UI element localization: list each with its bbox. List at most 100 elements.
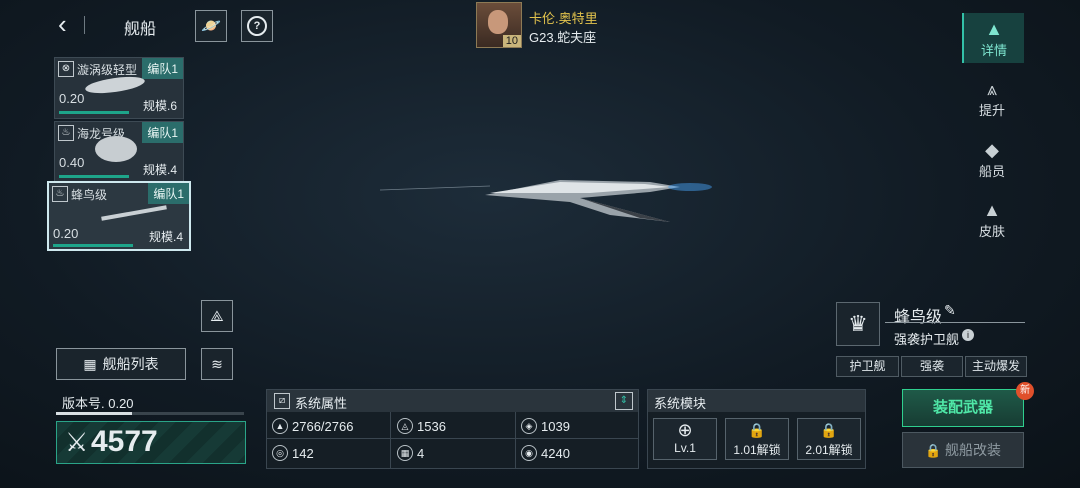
- lock-icon: 🔒: [748, 422, 766, 438]
- version-bar: [56, 412, 132, 415]
- nav-label: 皮肤: [978, 224, 1005, 239]
- attr-value: 2766/2766: [292, 418, 354, 434]
- ship-info-name: 蜂鸟级: [894, 309, 943, 326]
- ship-tag-1: 护卫舰: [836, 356, 899, 377]
- ship-card-2[interactable]: ♨ 海龙号级 编队1 0.40 规模.4: [54, 121, 184, 183]
- nav-skin[interactable]: ▲ 皮肤: [962, 194, 1022, 244]
- flame-icon: ♨: [52, 186, 68, 202]
- fleet-tag: 编队1: [142, 58, 183, 79]
- ship-value: 0.20: [53, 226, 79, 241]
- ship-tag-3: 主动爆发: [965, 356, 1027, 377]
- ship-tag-2: 强袭: [901, 356, 963, 377]
- attr-value: 4: [417, 445, 425, 461]
- ship-thumbnail: [101, 205, 167, 221]
- nav-label: 船员: [978, 164, 1005, 179]
- skin-icon: ▲: [983, 200, 1001, 220]
- fleet-tag: 编队1: [142, 122, 183, 143]
- edit-icon[interactable]: ✎: [944, 302, 956, 319]
- nav-upgrade[interactable]: ⩓ 提升: [962, 73, 1022, 123]
- module-slot-1[interactable]: ⊕ Lv.1: [653, 418, 717, 460]
- ship-value: 0.40: [59, 155, 85, 170]
- attributes-grid-line-1: [267, 438, 638, 439]
- modules-title: 系统模块: [654, 396, 707, 411]
- formation-icon: ⟁: [210, 307, 224, 325]
- ship-icon: ▲: [985, 19, 1003, 39]
- help-button[interactable]: ?: [241, 10, 273, 42]
- ship-info-class: 强袭护卫舰: [894, 332, 960, 347]
- attributes-icon: ⧄: [274, 393, 290, 409]
- lock-icon: 🔒: [924, 443, 942, 458]
- commander-avatar[interactable]: 10: [476, 2, 522, 48]
- speed-icon: ◎: [272, 445, 288, 461]
- grid-slots-icon: ▦: [397, 445, 413, 461]
- equip-weapon-button[interactable]: 装配武器: [902, 389, 1024, 427]
- hull-icon: ▲: [272, 418, 288, 434]
- nav-label: 提升: [978, 103, 1005, 118]
- ship-card-3[interactable]: ♨ 蜂鸟级 编队1 0.20 规模.4: [47, 181, 191, 251]
- power-panel: ⚔ 4577: [56, 421, 246, 464]
- nav-label: 详情: [980, 43, 1007, 58]
- avatar-face: [488, 10, 508, 34]
- commander-level: 10: [502, 35, 521, 47]
- chart-button[interactable]: ≋: [201, 348, 233, 380]
- nav-crew[interactable]: ◆ 船员: [962, 134, 1022, 184]
- attributes-panel: ⧄ 系统属性 ⇕ ▲ 2766/2766 ◬ 1536 ◈ 1039 ◎ 142 ▦ 4 …: [266, 389, 639, 469]
- attr-slots: ▦ 4: [397, 445, 424, 461]
- shield-icon: ◈: [521, 418, 537, 434]
- ship-bar: [59, 111, 129, 114]
- ship-name: 漩涡级轻型: [77, 63, 138, 77]
- power-icon: ⚔: [65, 427, 89, 457]
- version-label: 版本号. 0.20: [62, 396, 134, 411]
- attributes-title: 系统属性: [295, 396, 348, 411]
- info-icon[interactable]: i: [962, 329, 974, 341]
- attr-value: 142: [292, 445, 314, 461]
- attributes-grid-line-2: [390, 412, 391, 468]
- attr-value: 4240: [541, 445, 570, 461]
- ship-list-label: 舰船列表: [102, 356, 159, 372]
- ship-render: [380, 180, 712, 222]
- ship-value: 0.20: [59, 91, 85, 106]
- module-target-icon: ⊕: [677, 420, 693, 440]
- module-slot-2[interactable]: 🔒 1.01解锁: [725, 418, 789, 460]
- formation-button[interactable]: ⟁: [201, 300, 233, 332]
- attr-hp: ▲ 2766/2766: [272, 418, 353, 434]
- attr-defense: ◈ 1039: [521, 418, 570, 434]
- module-slot-3[interactable]: 🔒 2.01解锁: [797, 418, 861, 460]
- fleet-tag: 编队1: [148, 183, 189, 204]
- ship-bar: [59, 175, 129, 178]
- crew-icon: ◆: [985, 140, 999, 160]
- attr-value: 1039: [541, 418, 570, 434]
- wave-icon: ≋: [211, 355, 223, 372]
- grid-icon: ▦: [83, 355, 97, 372]
- x-circle-icon: ⊗: [58, 61, 74, 77]
- flame-icon: ♨: [58, 125, 74, 141]
- ship-name: 蜂鸟级: [71, 188, 108, 202]
- module-label: Lv.1: [674, 441, 696, 455]
- ship-class-icon: ♛: [836, 302, 880, 346]
- modules-header: 系统模块: [648, 390, 865, 412]
- attributes-grid-line-3: [515, 412, 516, 468]
- galaxy-button[interactable]: 🪐: [195, 10, 227, 42]
- ship-card-1[interactable]: ⊗ 漩涡级轻型 编队1 0.20 规模.6: [54, 57, 184, 119]
- module-label: 2.01解锁: [805, 443, 853, 457]
- nav-details[interactable]: ▲ 详情: [962, 13, 1024, 63]
- ship-bar: [53, 244, 133, 247]
- header-divider: [84, 16, 85, 34]
- equip-label: 装配武器: [932, 399, 993, 416]
- ship-list-button[interactable]: ▦ 舰船列表: [56, 348, 186, 380]
- toggle-icon[interactable]: ⇕: [615, 392, 633, 410]
- question-icon: ?: [247, 16, 267, 36]
- attack-icon: ◬: [397, 418, 413, 434]
- commander-name: 卡伦.奥特里: [529, 11, 598, 26]
- page-title: 舰船: [124, 21, 157, 38]
- upgrade-icon: ⩓: [986, 79, 998, 99]
- attr-energy: ◉ 4240: [521, 445, 570, 461]
- module-label: 1.01解锁: [733, 443, 781, 457]
- modify-label: 舰船改装: [945, 442, 1002, 458]
- ship-scale: 规模.6: [142, 99, 177, 113]
- new-badge: 新: [1016, 382, 1034, 400]
- back-button[interactable]: ‹: [58, 11, 82, 38]
- ship-scale: 规模.4: [148, 230, 183, 244]
- ship-modify-button[interactable]: 🔒 舰船改装: [902, 432, 1024, 468]
- attributes-header: ⧄ 系统属性 ⇕: [267, 390, 638, 412]
